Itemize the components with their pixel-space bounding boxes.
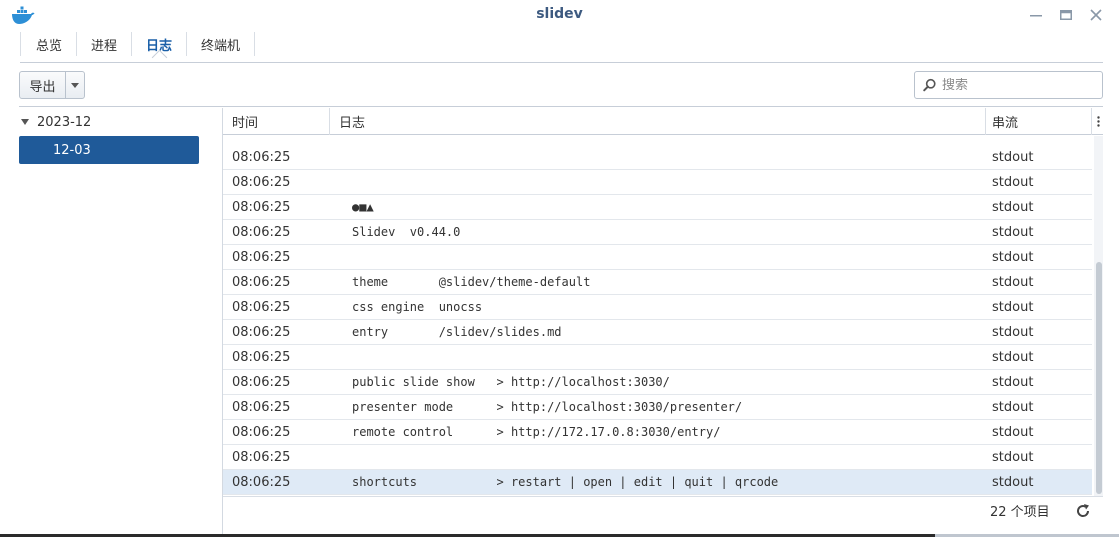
cell-time: 08:06:25 — [232, 249, 291, 265]
cell-log: entry /slidev/slides.md — [352, 325, 562, 339]
table-row[interactable]: 08:06:25 presenter mode > http://localhos… — [223, 395, 1092, 420]
column-header-log[interactable]: 日志 — [330, 108, 986, 135]
log-window: slidev 总览 进程 日志 终端机 导出 2023-12 12-03 时间 — [0, 0, 1119, 537]
cell-log: public slide show > http://localhost:303… — [352, 375, 670, 389]
table-row[interactable]: 08:06:25 public slide show > http://local… — [223, 370, 1092, 395]
table-row[interactable]: 08:06:25 entry /slidev/slides.md stdout — [223, 320, 1092, 345]
cell-time: 08:06:25 — [232, 174, 291, 190]
table-row[interactable]: 08:06:25 shortcuts > restart | open | edi… — [223, 470, 1092, 495]
chevron-down-icon — [71, 82, 79, 88]
tab-divider — [20, 62, 1103, 63]
footer-divider — [223, 496, 1103, 497]
cell-time: 08:06:25 — [232, 399, 291, 415]
table-row[interactable]: 08:06:25 Slidev v0.44.0 stdout — [223, 220, 1092, 245]
cell-stream: stdout — [992, 224, 1034, 240]
caret-down-icon — [21, 119, 29, 125]
cell-time: 08:06:25 — [232, 349, 291, 365]
log-table-body[interactable]: 08:06:25 stdout 08:06:25 stdout 08:06:25 ●■▲ s… — [223, 136, 1093, 496]
export-button[interactable]: 导出 — [20, 72, 66, 98]
cell-stream: stdout — [992, 349, 1034, 365]
table-row[interactable]: 08:06:25 stdout — [223, 445, 1092, 470]
cell-log: presenter mode > http://localhost:3030/p… — [352, 400, 743, 414]
column-header-stream[interactable]: 串流 — [986, 108, 1092, 135]
cell-stream: stdout — [992, 324, 1034, 340]
cell-time: 08:06:25 — [232, 449, 291, 465]
cell-time: 08:06:25 — [232, 274, 291, 290]
tab-bar: 总览 进程 日志 终端机 — [20, 32, 256, 62]
close-icon — [1090, 9, 1102, 21]
cell-stream: stdout — [992, 274, 1034, 290]
more-vertical-icon — [1097, 116, 1100, 127]
tree-day-node[interactable]: 12-03 — [19, 136, 199, 164]
toolbar-divider — [19, 106, 1103, 107]
cell-log: Slidev v0.44.0 — [352, 225, 461, 239]
cell-stream: stdout — [992, 424, 1034, 440]
cell-log: remote control > http://172.17.0.8:3030/… — [352, 425, 721, 439]
column-header-time[interactable]: 时间 — [223, 108, 330, 135]
table-row[interactable]: 08:06:25 remote control > http://172.17.0… — [223, 420, 1092, 445]
cell-time: 08:06:25 — [232, 424, 291, 440]
cell-log: css engine unocss — [352, 300, 483, 314]
cell-stream: stdout — [992, 474, 1034, 490]
table-row[interactable]: 08:06:25 stdout — [223, 170, 1092, 195]
cell-log: ●■▲ — [352, 200, 374, 214]
scrollbar-thumb[interactable] — [1096, 262, 1102, 494]
cell-time: 08:06:25 — [232, 149, 291, 165]
export-dropdown-button[interactable] — [66, 72, 84, 98]
maximize-icon — [1060, 10, 1072, 20]
minimize-button[interactable] — [1025, 5, 1047, 25]
table-row[interactable]: 08:06:25 stdout — [223, 345, 1092, 370]
cell-time: 08:06:25 — [232, 324, 291, 340]
table-row[interactable]: 08:06:25 theme @slidev/theme-default stdou… — [223, 270, 1092, 295]
window-title: slidev — [536, 6, 583, 22]
table-row[interactable]: 08:06:25 stdout — [223, 145, 1092, 170]
title-bar: slidev — [0, 0, 1119, 32]
cell-time: 08:06:25 — [232, 224, 291, 240]
tab-logs[interactable]: 日志 — [132, 32, 188, 56]
cell-stream: stdout — [992, 449, 1034, 465]
maximize-button[interactable] — [1055, 5, 1077, 25]
cell-stream: stdout — [992, 174, 1034, 190]
cell-time: 08:06:25 — [232, 299, 291, 315]
table-row[interactable]: 08:06:25 stdout — [223, 245, 1092, 270]
tab-overview[interactable]: 总览 — [20, 32, 78, 56]
cell-stream: stdout — [992, 299, 1034, 315]
cell-stream: stdout — [992, 399, 1034, 415]
minimize-icon — [1030, 15, 1042, 17]
cell-time: 08:06:25 — [232, 199, 291, 215]
cell-time: 08:06:25 — [232, 474, 291, 490]
column-menu-button[interactable] — [1092, 108, 1103, 135]
search-icon — [923, 78, 936, 92]
cell-stream: stdout — [992, 199, 1034, 215]
search-input[interactable] — [942, 77, 1102, 93]
tab-terminal[interactable]: 终端机 — [187, 32, 256, 56]
refresh-icon[interactable] — [1075, 503, 1091, 519]
cell-log: shortcuts > restart | open | edit | quit… — [352, 475, 779, 489]
cell-stream: stdout — [992, 149, 1034, 165]
search-box — [914, 71, 1103, 99]
cell-time: 08:06:25 — [232, 374, 291, 390]
cell-stream: stdout — [992, 249, 1034, 265]
cell-log: theme @slidev/theme-default — [352, 275, 591, 289]
table-header: 时间 日志 串流 — [223, 108, 1103, 135]
table-scrollbar[interactable] — [1094, 136, 1103, 496]
item-count: 22 个项目 — [990, 505, 1050, 520]
cell-stream: stdout — [992, 374, 1034, 390]
tree-month-label: 2023-12 — [37, 114, 92, 130]
tree-month-node[interactable]: 2023-12 — [21, 112, 91, 132]
tab-processes[interactable]: 进程 — [77, 32, 133, 56]
export-split-button: 导出 — [19, 71, 85, 99]
close-button[interactable] — [1085, 5, 1107, 25]
table-row[interactable]: 08:06:25 ●■▲ stdout — [223, 195, 1092, 220]
table-row[interactable]: 08:06:25 css engine unocss stdout — [223, 295, 1092, 320]
